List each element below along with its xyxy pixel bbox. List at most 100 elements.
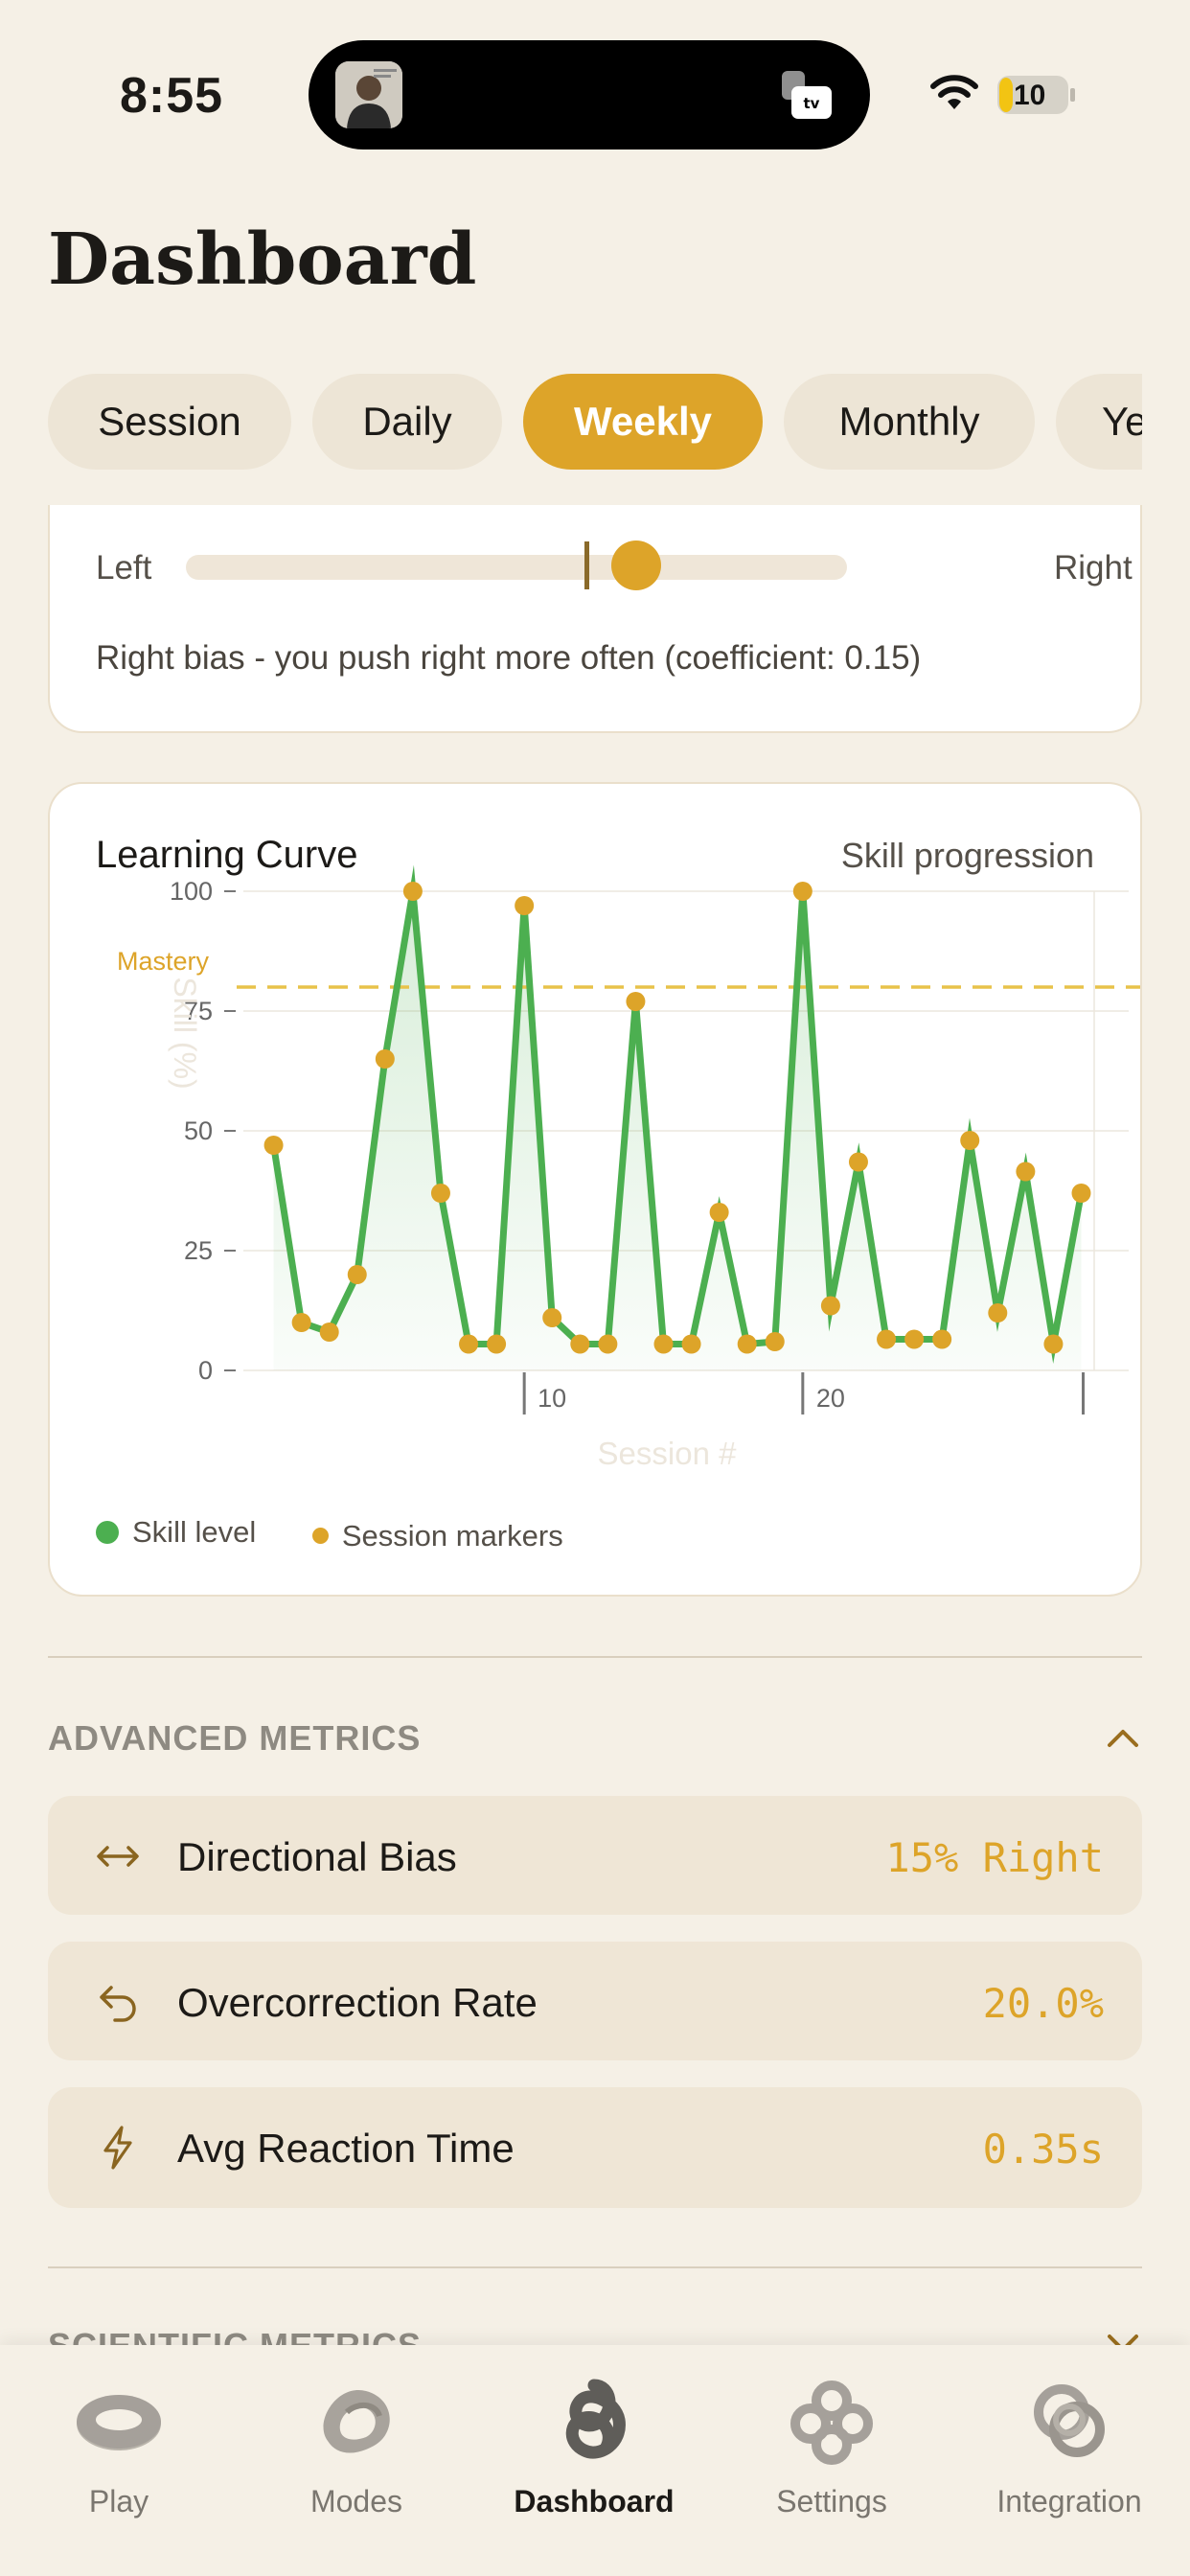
metric-avg-reaction-time[interactable]: Avg Reaction Time 0.35s — [48, 2087, 1142, 2208]
y-tick-label: 0 — [198, 1356, 213, 1385]
session-marker — [515, 896, 535, 915]
legend-skill-swatch — [96, 1521, 119, 1544]
tab-session[interactable]: Session — [48, 374, 291, 470]
lightning-icon — [103, 2126, 132, 2170]
y-tick-label: 50 — [184, 1116, 213, 1145]
session-marker — [430, 1184, 450, 1203]
page-title: Dashboard — [48, 218, 477, 301]
session-marker — [375, 1049, 395, 1069]
bias-left-label: Left — [96, 549, 152, 586]
bias-center-mark — [584, 541, 589, 589]
session-marker — [1016, 1162, 1036, 1182]
wifi-icon — [930, 75, 978, 109]
session-marker — [626, 992, 646, 1011]
legend-markers: Session markers — [311, 1518, 563, 1553]
section-divider — [48, 1656, 1142, 1658]
session-marker — [932, 1329, 952, 1349]
dashboard-scroll[interactable]: Left Right Right bias - you push right m… — [0, 505, 1190, 2345]
clover-icon — [790, 2380, 873, 2465]
battery-level: 10 — [1014, 80, 1046, 111]
y-axis-label: Skill (%) — [168, 977, 202, 1089]
metric-overcorrection-rate[interactable]: Overcorrection Rate 20.0% — [48, 1942, 1142, 2060]
session-marker — [1071, 1184, 1091, 1203]
nav-label: Play — [88, 2484, 149, 2518]
metric-label: Avg Reaction Time — [177, 2126, 515, 2171]
nav-modes[interactable]: Modes — [238, 2374, 475, 2519]
x-axis-label: Session # — [598, 1436, 738, 1471]
session-marker — [347, 1265, 367, 1284]
session-marker — [570, 1334, 590, 1354]
status-bar: 8:55 tv 10 — [0, 0, 1190, 182]
session-marker — [792, 882, 812, 901]
tab-yearly[interactable]: Ye — [1056, 374, 1142, 470]
metric-label: Directional Bias — [177, 1834, 457, 1879]
knot-icon — [565, 2379, 626, 2459]
apple-tv-icon: tv — [778, 69, 835, 123]
mastery-label: Mastery — [117, 947, 210, 976]
session-marker — [1043, 1334, 1064, 1354]
session-marker — [988, 1303, 1008, 1322]
svg-text:tv: tv — [804, 95, 820, 112]
chart-legend: Skill level Session markers — [96, 1515, 611, 1553]
torus-icon — [77, 2395, 161, 2450]
bias-indicator — [611, 540, 662, 590]
session-marker — [402, 882, 423, 901]
learning-curve-card: Learning Curve Skill progression 0 25 50 75… — [48, 782, 1142, 1597]
tab-monthly[interactable]: Monthly — [784, 374, 1035, 470]
tab-weekly[interactable]: Weekly — [523, 374, 763, 470]
y-tick-label: 25 — [184, 1236, 213, 1265]
metric-directional-bias[interactable]: Directional Bias 15% Right — [48, 1796, 1142, 1915]
bias-right-label: Right — [1054, 549, 1133, 586]
learning-curve-chart: 0255075100Skill (%)10 20Session #Mastery — [117, 864, 1140, 1471]
nav-label: Settings — [776, 2484, 887, 2518]
chevron-down-icon[interactable] — [1104, 2329, 1142, 2345]
bias-track — [186, 555, 847, 580]
y-tick-label: 100 — [170, 877, 213, 906]
legend-skill: Skill level — [96, 1515, 256, 1550]
legend-skill-label: Skill level — [132, 1515, 257, 1549]
session-marker — [820, 1296, 840, 1316]
bottom-tab-bar: Play Modes Dashboard Settings Integratio… — [0, 2345, 1190, 2576]
metric-value: 15% Right — [885, 1834, 1104, 1881]
linked-rings-icon — [1034, 2384, 1105, 2457]
chevron-up-icon[interactable] — [1104, 1722, 1142, 1751]
status-time: 8:55 — [120, 68, 224, 124]
period-tabs: Session Daily Weekly Monthly Ye — [48, 374, 1142, 470]
metric-value: 0.35s — [982, 2126, 1104, 2173]
bias-description: Right bias - you push right more often (… — [96, 639, 922, 677]
nav-settings[interactable]: Settings — [713, 2374, 950, 2519]
session-marker — [319, 1322, 339, 1342]
session-marker — [459, 1334, 479, 1354]
nav-dashboard[interactable]: Dashboard — [475, 2374, 713, 2519]
session-marker — [487, 1334, 507, 1354]
x-tick-label: 10 — [538, 1384, 566, 1413]
session-marker — [291, 1313, 311, 1332]
directional-bias-card: Left Right Right bias - you push right m… — [48, 505, 1142, 733]
session-marker — [598, 1334, 618, 1354]
section-divider — [48, 2266, 1142, 2268]
nav-play[interactable]: Play — [0, 2374, 238, 2519]
session-marker — [904, 1329, 925, 1349]
now-playing-artwork[interactable] — [335, 61, 402, 128]
undo-arrow-icon — [100, 1986, 136, 2022]
metric-value: 20.0% — [982, 1980, 1104, 2027]
session-marker — [263, 1136, 284, 1155]
session-marker — [960, 1131, 980, 1150]
session-marker — [877, 1329, 897, 1349]
advanced-metrics-header[interactable]: ADVANCED METRICS — [48, 1718, 421, 1759]
session-marker — [542, 1308, 562, 1327]
nav-integration[interactable]: Integration — [950, 2374, 1188, 2519]
metric-label: Overcorrection Rate — [177, 1980, 538, 2025]
dynamic-island[interactable]: tv — [309, 40, 870, 150]
session-marker — [653, 1334, 674, 1354]
scientific-metrics-header[interactable]: SCIENTIFIC METRICS — [48, 2326, 422, 2345]
session-marker — [709, 1203, 729, 1222]
tab-daily[interactable]: Daily — [312, 374, 502, 470]
nav-label: Dashboard — [514, 2484, 675, 2518]
session-marker — [681, 1334, 701, 1354]
legend-markers-swatch — [311, 1528, 329, 1544]
arrows-horizontal-icon — [97, 1846, 139, 1867]
legend-markers-label: Session markers — [341, 1518, 563, 1552]
battery-indicator: 10 — [996, 75, 1077, 115]
session-marker — [765, 1332, 785, 1351]
